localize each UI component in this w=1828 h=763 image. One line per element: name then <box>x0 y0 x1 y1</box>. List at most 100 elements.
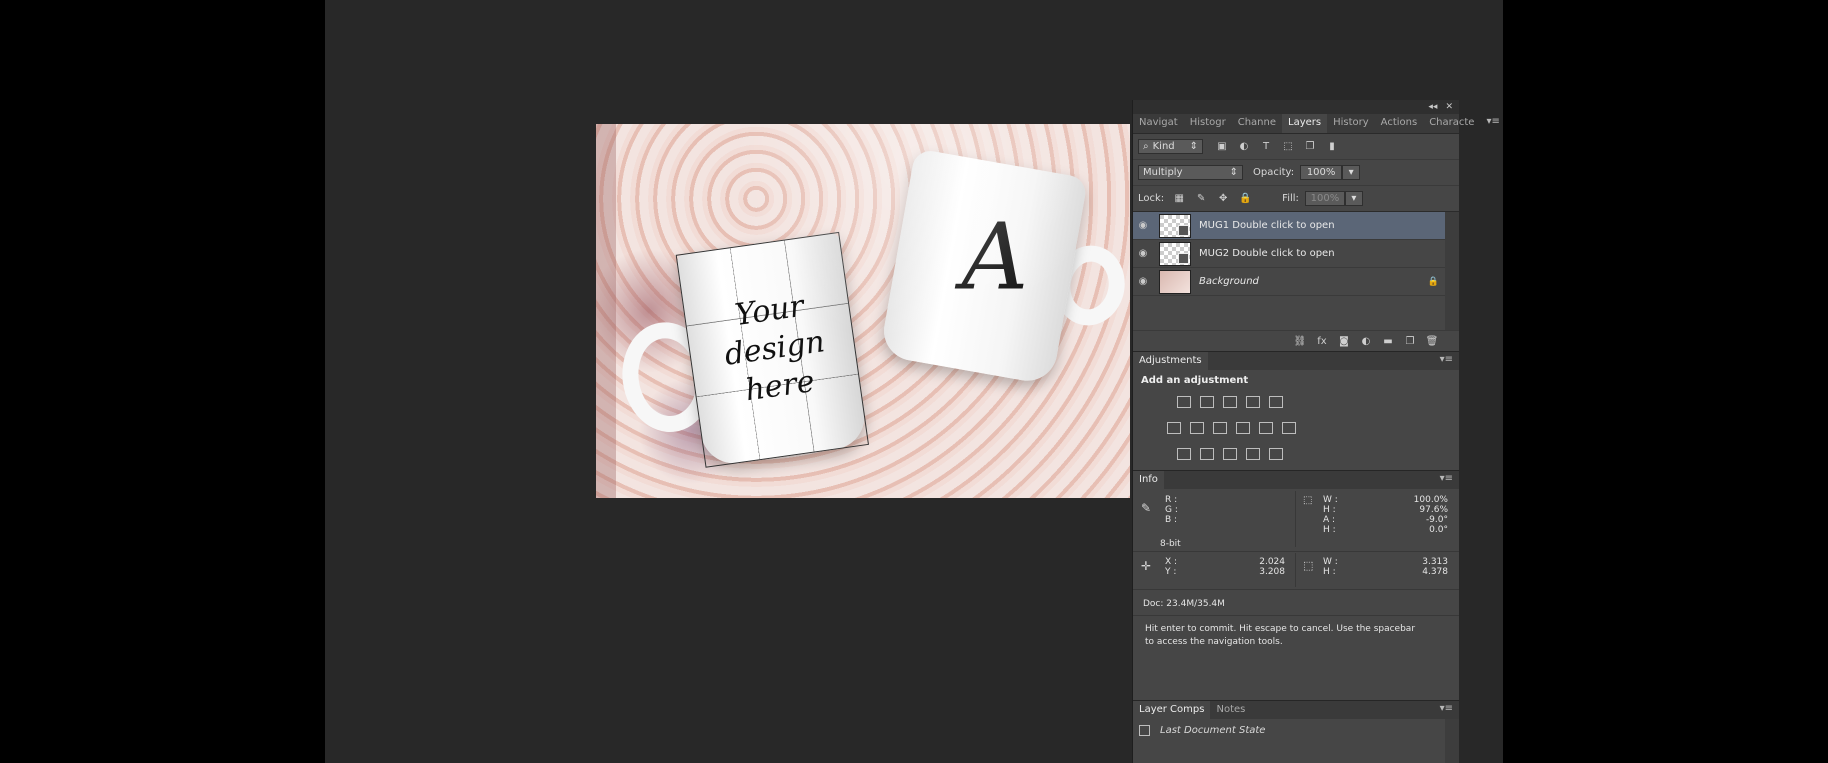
opacity-input[interactable]: 100% <box>1300 165 1343 180</box>
mug-left: Your design here <box>615 231 890 479</box>
gradient-map-icon[interactable] <box>1269 448 1283 460</box>
opacity-dropdown-button[interactable]: ▾ <box>1342 165 1361 180</box>
filter-shape-icon[interactable]: ⬚ <box>1281 140 1295 154</box>
lock-brush-icon[interactable]: ✎ <box>1194 192 1208 206</box>
lock-fill-row: Lock: ▦ ✎ ✥ 🔒 Fill: 100% ▾ <box>1133 185 1459 211</box>
selective-color-icon[interactable] <box>1246 448 1260 460</box>
layer-row[interactable]: ◉ MUG2 Double click to open <box>1133 240 1459 268</box>
levels-icon[interactable] <box>1200 396 1214 408</box>
filter-kind-label: Kind <box>1152 141 1175 152</box>
mask-icon[interactable]: ◙ <box>1337 334 1351 348</box>
warp-grid[interactable] <box>675 231 869 468</box>
tab-history[interactable]: History <box>1327 114 1375 133</box>
smart-object-icon <box>1178 224 1189 236</box>
filter-toggle-icon[interactable]: ▮ <box>1325 140 1339 154</box>
brightness-icon[interactable] <box>1177 396 1191 408</box>
x-value: 2.024 <box>1259 557 1285 567</box>
lock-transparent-icon[interactable]: ▦ <box>1172 192 1186 206</box>
curves-icon[interactable] <box>1223 396 1237 408</box>
mug-right-body <box>879 148 1089 386</box>
fill-input[interactable]: 100% <box>1304 191 1345 206</box>
info-hr <box>1133 551 1459 552</box>
h-label: H : <box>1323 505 1336 515</box>
x-label: X : <box>1165 557 1178 567</box>
layer-name: Background <box>1199 276 1259 287</box>
tab-character[interactable]: Characte <box>1423 114 1480 133</box>
new-layer-icon[interactable]: ❐ <box>1403 334 1417 348</box>
mug-right-handle <box>1048 240 1130 331</box>
fill-dropdown-button[interactable]: ▾ <box>1344 191 1363 206</box>
exposure-icon[interactable] <box>1246 396 1260 408</box>
vibrance-icon[interactable] <box>1269 396 1283 408</box>
layer-comp-item[interactable]: Last Document State <box>1133 719 1445 741</box>
transform-w: 100.0% <box>1413 495 1448 505</box>
folder-icon[interactable]: ▬ <box>1381 334 1395 348</box>
close-icon[interactable]: ✕ <box>1445 102 1453 112</box>
chevron-updown-icon: ⇕ <box>1229 167 1238 178</box>
filter-pixel-icon[interactable]: ▣ <box>1215 140 1229 154</box>
document-canvas[interactable]: A Your design here <box>596 124 1130 498</box>
tab-channels[interactable]: Channe <box>1232 114 1282 133</box>
hue-saturation-icon[interactable] <box>1167 422 1181 434</box>
threshold-icon[interactable] <box>1223 448 1237 460</box>
h2-label: H : <box>1323 525 1336 535</box>
eye-icon[interactable]: ◉ <box>1133 248 1153 259</box>
lock-move-icon[interactable]: ✥ <box>1216 192 1230 206</box>
panel-menu-icon[interactable]: ▾≡ <box>1434 471 1459 489</box>
filter-kind-select[interactable]: ⌕ Kind ⇕ <box>1138 139 1203 154</box>
lock-all-icon[interactable]: 🔒 <box>1238 192 1252 206</box>
layers-scrollbar[interactable] <box>1445 212 1459 330</box>
panel-menu-icon[interactable]: ▾≡ <box>1434 701 1459 719</box>
lace-background <box>596 124 1130 498</box>
posterize-icon[interactable] <box>1200 448 1214 460</box>
collapse-icon[interactable]: ◂◂ <box>1428 102 1437 112</box>
crosshair-icon: ✛ <box>1141 559 1152 573</box>
panel-menu-icon[interactable]: ▾≡ <box>1434 352 1459 370</box>
status-message: Hit enter to commit. Hit escape to cance… <box>1145 624 1416 647</box>
blend-mode-select[interactable]: Multiply ⇕ <box>1138 165 1243 180</box>
info-tabbar: Info ▾≡ <box>1133 470 1459 489</box>
w-label: W : <box>1323 495 1338 505</box>
channel-mixer-icon[interactable] <box>1259 422 1273 434</box>
color-lookup-icon[interactable] <box>1282 422 1296 434</box>
adjustments-panel: Add an adjustment <box>1133 370 1459 470</box>
color-balance-icon[interactable] <box>1190 422 1204 434</box>
fx-icon[interactable]: fx <box>1315 334 1329 348</box>
layer-name: MUG1 Double click to open <box>1199 220 1335 231</box>
invert-icon[interactable] <box>1177 448 1191 460</box>
layers-list: ◉ MUG1 Double click to open ◉ MUG2 Doubl… <box>1133 211 1459 330</box>
eye-icon[interactable]: ◉ <box>1133 220 1153 231</box>
black-white-icon[interactable] <box>1213 422 1227 434</box>
doc-size: Doc: 23.4M/35.4M <box>1143 599 1225 609</box>
adjustment-icons-row-3 <box>1177 448 1292 460</box>
tab-info[interactable]: Info <box>1133 471 1164 489</box>
mug-left-text: Your design here <box>707 284 842 414</box>
tab-adjustments[interactable]: Adjustments <box>1133 352 1208 370</box>
r-label: R : <box>1165 495 1178 505</box>
layer-comps-scrollbar[interactable] <box>1445 719 1459 763</box>
fill-label: Fill: <box>1282 193 1299 204</box>
trash-icon[interactable]: 🗑 <box>1425 334 1439 348</box>
link-icon[interactable]: ⛓ <box>1293 334 1307 348</box>
tab-layers[interactable]: Layers <box>1282 114 1328 133</box>
tab-layer-comps[interactable]: Layer Comps <box>1133 701 1211 719</box>
filter-adjustment-icon[interactable]: ◐ <box>1237 140 1251 154</box>
tab-notes[interactable]: Notes <box>1210 701 1251 719</box>
adjustment-icon[interactable]: ◐ <box>1359 334 1373 348</box>
eyedropper-icon: ✎ <box>1141 501 1152 515</box>
tab-actions[interactable]: Actions <box>1375 114 1424 133</box>
filter-smart-object-icon[interactable]: ❐ <box>1303 140 1317 154</box>
layer-comp-icon <box>1139 724 1150 736</box>
transform-h: 97.6% <box>1419 505 1448 515</box>
eye-icon[interactable]: ◉ <box>1133 276 1153 287</box>
panel-menu-icon[interactable]: ▾≡ <box>1480 114 1505 133</box>
photo-filter-icon[interactable] <box>1236 422 1250 434</box>
h-value: 4.378 <box>1422 567 1448 577</box>
filter-type-icon[interactable]: T <box>1259 140 1273 154</box>
layers-filter-row: ⌕ Kind ⇕ ▣ ◐ T ⬚ ❐ ▮ <box>1133 134 1459 159</box>
layer-row[interactable]: ◉ Background 🔒 <box>1133 268 1459 296</box>
selection-size-icon: ⬚ <box>1303 559 1314 572</box>
tab-histogram[interactable]: Histogr <box>1184 114 1232 133</box>
layer-row[interactable]: ◉ MUG1 Double click to open <box>1133 212 1459 240</box>
tab-navigator[interactable]: Navigat <box>1133 114 1184 133</box>
